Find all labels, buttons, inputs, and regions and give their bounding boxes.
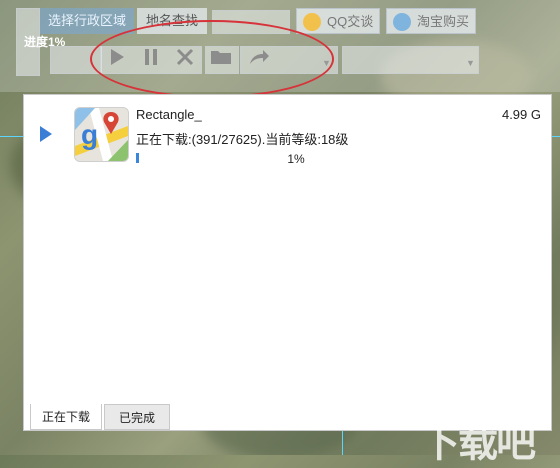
qq-icon — [303, 13, 321, 31]
download-panel: g Rectangle_ 4.99 G 正在下载:(391/27625).当前等… — [23, 94, 552, 431]
taobao-buy-label: 淘宝购买 — [417, 14, 470, 29]
tab-downloading[interactable]: 正在下载 — [30, 404, 102, 430]
task-name: Rectangle_ — [136, 107, 202, 122]
tab-completed[interactable]: 已完成 — [104, 404, 170, 430]
taobao-buy-button[interactable]: 淘宝购买 — [386, 8, 477, 34]
highlight-oval — [90, 20, 334, 98]
taobao-icon — [393, 13, 411, 31]
svg-text:g: g — [81, 119, 98, 150]
progress-percent: 1% — [287, 152, 305, 166]
chevron-down-icon: ▼ — [466, 58, 475, 68]
task-status: 正在下载:(391/27625).当前等级:18级 — [136, 132, 349, 147]
watermark: 下载吧 — [420, 421, 536, 465]
qq-chat-label: QQ交谈 — [327, 14, 374, 29]
right-select[interactable] — [342, 46, 479, 74]
expand-arrow-icon[interactable] — [40, 126, 52, 142]
task-size: 4.99 G — [501, 107, 541, 122]
qq-chat-button[interactable]: QQ交谈 — [296, 8, 381, 34]
tab-select-region[interactable]: 选择行政区域 — [40, 8, 134, 34]
google-maps-icon: g — [74, 107, 129, 162]
